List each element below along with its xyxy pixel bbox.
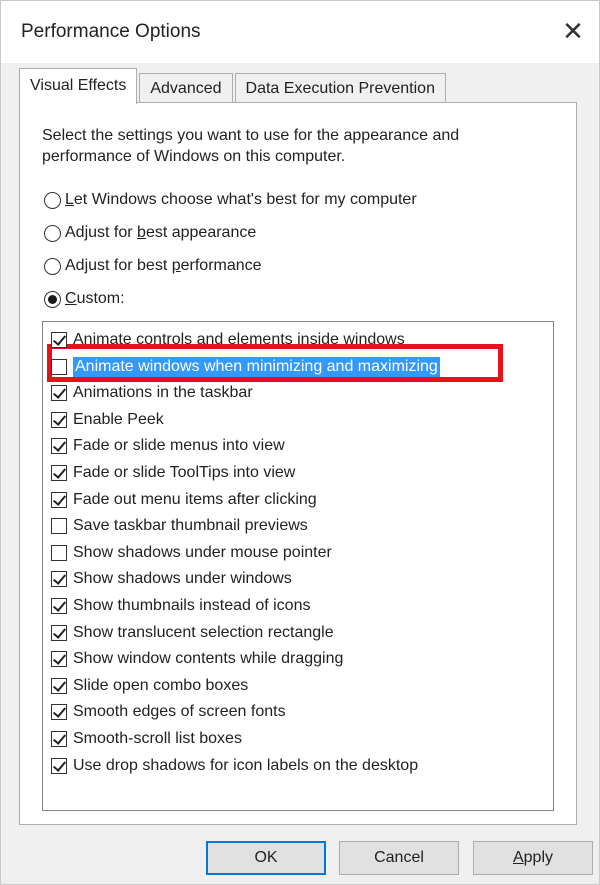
tab-visual-effects[interactable]: Visual Effects (19, 68, 138, 104)
effect-list-item[interactable]: Show window contents while dragging (51, 646, 343, 672)
effect-label: Smooth-scroll list boxes (73, 730, 242, 747)
effect-label: Smooth edges of screen fonts (73, 703, 286, 721)
checkbox-checked[interactable] (51, 757, 67, 774)
radio-label: Adjust for best performance (65, 257, 262, 274)
cancel-button[interactable]: Cancel (339, 841, 459, 875)
effect-list-item[interactable]: Show translucent selection rectangle (51, 620, 334, 646)
effect-list-item[interactable]: Animate controls and elements inside win… (51, 327, 405, 353)
radio-custom[interactable]: Custom: (44, 290, 125, 308)
effect-list-item[interactable]: Animate windows when minimizing and maxi… (51, 354, 440, 380)
radio-best-performance[interactable]: Adjust for best performance (44, 257, 262, 275)
tab-data-execution-prevention[interactable]: Data Execution Prevention (234, 73, 446, 103)
radio-button-selected[interactable] (44, 290, 61, 308)
checkbox-checked[interactable] (51, 332, 67, 348)
effect-list-item[interactable]: Fade or slide ToolTips into view (51, 460, 295, 486)
effect-label: Show thumbnails instead of icons (73, 597, 311, 614)
checkbox-checked[interactable] (51, 465, 67, 481)
effect-label: Fade out menu items after clicking (73, 490, 317, 508)
effect-label: Use drop shadows for icon labels on the … (73, 756, 419, 774)
effect-label: Animate windows when minimizing and maxi… (73, 356, 440, 377)
radio-button[interactable] (44, 224, 61, 242)
effect-list-item[interactable]: Show shadows under windows (51, 566, 292, 592)
checkbox-checked[interactable] (51, 704, 67, 721)
effect-list-item[interactable]: Animations in the taskbar (51, 380, 253, 406)
effect-label: Save taskbar thumbnail previews (73, 517, 308, 535)
checkbox-unchecked[interactable] (51, 518, 67, 535)
radio-label: Let Windows choose what's best for my co… (65, 191, 417, 208)
effect-label: Enable Peek (73, 410, 164, 428)
checkbox-checked[interactable] (51, 677, 67, 694)
effect-list-item[interactable]: Fade out menu items after clicking (51, 487, 317, 513)
radio-best-appearance[interactable]: Adjust for best appearance (44, 224, 256, 242)
effect-list-item[interactable]: Smooth edges of screen fonts (51, 699, 286, 725)
checkbox-checked[interactable] (51, 651, 67, 668)
effect-label: Fade or slide ToolTips into view (73, 464, 296, 481)
effect-label: Show translucent selection rectangle (73, 623, 334, 641)
effect-label: Show shadows under windows (73, 570, 292, 588)
checkbox-checked[interactable] (51, 491, 67, 508)
effect-list-item[interactable]: Save taskbar thumbnail previews (51, 513, 308, 539)
effect-label: Animate controls and elements inside win… (73, 331, 405, 348)
radio-let-windows-choose[interactable]: Let Windows choose what's best for my co… (44, 191, 417, 209)
effect-list-item[interactable]: Fade or slide menus into view (51, 433, 285, 459)
tab-advanced[interactable]: Advanced (139, 73, 233, 103)
effect-label: Show shadows under mouse pointer (73, 543, 332, 561)
effect-list-item[interactable]: Show shadows under mouse pointer (51, 540, 332, 566)
effect-list-item[interactable]: Use drop shadows for icon labels on the … (51, 753, 418, 779)
checkbox-checked[interactable] (51, 598, 67, 614)
radio-button[interactable] (44, 257, 61, 275)
description-text: Select the settings you want to use for … (42, 127, 460, 165)
radio-label: Adjust for best appearance (65, 224, 257, 241)
ok-button[interactable]: OK (206, 841, 326, 875)
apply-button[interactable]: Apply (473, 841, 593, 875)
visual-effects-panel: Select the settings you want to use for … (19, 102, 577, 825)
radio-button[interactable] (44, 191, 61, 209)
effect-list-item[interactable]: Smooth-scroll list boxes (51, 726, 242, 752)
performance-options-dialog: Performance Options ✕ Visual Effects Adv… (0, 0, 600, 885)
effect-list-item[interactable]: Slide open combo boxes (51, 673, 248, 699)
effect-label: Slide open combo boxes (73, 676, 249, 694)
effect-label: Fade or slide menus into view (73, 437, 285, 455)
checkbox-unchecked[interactable] (51, 358, 67, 375)
effect-label: Show window contents while dragging (73, 650, 344, 668)
window-title: Performance Options (21, 21, 201, 42)
close-icon[interactable]: ✕ (553, 11, 593, 51)
title-bar: Performance Options ✕ (1, 1, 599, 63)
checkbox-checked[interactable] (51, 624, 67, 641)
checkbox-checked[interactable] (51, 385, 67, 402)
effect-label: Animations in the taskbar (73, 384, 253, 402)
radio-label: Custom: (65, 290, 125, 307)
effect-list-item[interactable]: Show thumbnails instead of icons (51, 593, 310, 619)
checkbox-checked[interactable] (51, 411, 67, 428)
visual-effects-list[interactable]: Animate controls and elements inside win… (42, 321, 554, 811)
checkbox-checked[interactable] (51, 571, 67, 588)
checkbox-checked[interactable] (51, 731, 67, 747)
checkbox-unchecked[interactable] (51, 544, 67, 561)
effect-list-item[interactable]: Enable Peek (51, 407, 164, 433)
tab-strip: Visual Effects Advanced Data Execution P… (19, 67, 448, 104)
checkbox-checked[interactable] (51, 438, 67, 455)
